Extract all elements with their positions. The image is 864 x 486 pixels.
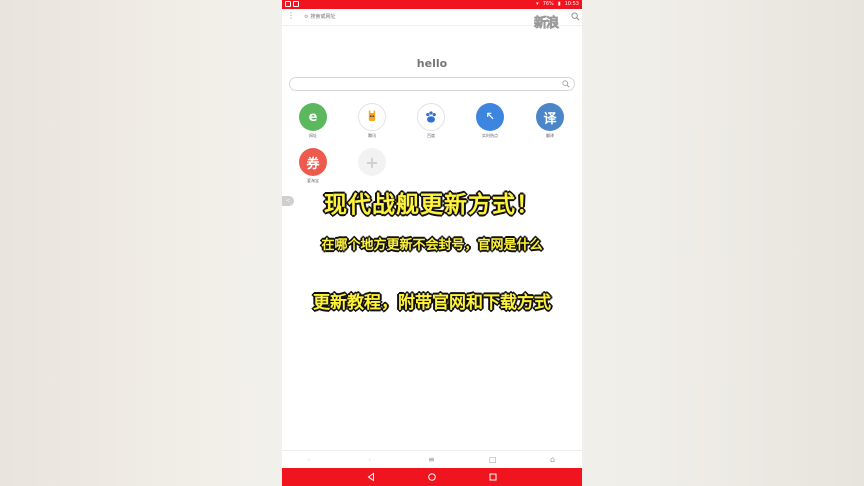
hot-arrow-icon [476, 103, 504, 131]
status-right: ▾ 76% ▮ 10:53 [536, 1, 579, 7]
coupon-icon: 券 [299, 148, 327, 176]
shortcut-label: 实时热点 [482, 133, 498, 138]
shortcut-item[interactable]: e 网址 [293, 103, 333, 138]
shortcut-label: 爱淘宝 [307, 178, 319, 183]
url-bar[interactable]: ⚙ 搜索或网址 [304, 13, 336, 21]
overlay-title: 现代战舰更新方式！ [324, 192, 540, 218]
notification-icons [285, 1, 299, 7]
menu-icon[interactable]: ≡ [428, 455, 435, 465]
add-shortcut-button[interactable]: + [352, 148, 392, 176]
battery-icon: ▮ [557, 1, 561, 7]
shortcut-label: 网址 [309, 133, 317, 138]
clock: 10:53 [564, 1, 579, 7]
notification-icon [293, 1, 299, 7]
search-icon[interactable] [571, 12, 580, 21]
shortcut-item[interactable]: 腾讯 [352, 103, 392, 138]
overlay-subtitle: 在哪个地方更新不会封号，官网是什么 [321, 238, 543, 253]
url-placeholder: 搜索或网址 [310, 14, 336, 20]
back-icon[interactable]: ‹ [307, 455, 310, 465]
home-circle-icon[interactable] [427, 472, 437, 482]
translate-icon: 译 [536, 103, 564, 131]
shortcut-item[interactable]: 券 爱淘宝 [293, 148, 333, 183]
plus-icon: + [358, 148, 386, 176]
overlay-caption: 更新教程，附带官网和下载方式 [313, 293, 551, 313]
greeting-text: hello [416, 57, 448, 70]
notification-icon [285, 1, 291, 7]
gear-icon: ⚙ [304, 14, 309, 20]
search-input[interactable] [289, 77, 575, 91]
shortcut-item[interactable]: 百度 [411, 103, 451, 138]
baidu-paw-icon [417, 103, 445, 131]
browser-bottom-bar: ‹ › ≡ □ ⌂ [282, 450, 582, 469]
forward-icon[interactable]: › [368, 455, 371, 465]
shortcut-label: 腾讯 [368, 133, 376, 138]
status-bar: ▾ 76% ▮ 10:53 [282, 0, 582, 9]
tabs-icon[interactable]: □ [489, 455, 497, 465]
search-icon[interactable] [562, 80, 570, 88]
shortcut-item[interactable]: 译 翻译 [530, 103, 570, 138]
shortcut-label: 翻译 [546, 133, 554, 138]
home-icon[interactable]: ⌂ [550, 455, 555, 465]
shortcut-item[interactable]: 实时热点 [470, 103, 510, 138]
wifi-icon: ▾ [536, 1, 539, 7]
system-navigation-bar [282, 468, 582, 486]
more-menu-icon[interactable]: ⋮ [287, 12, 295, 20]
shortcut-label: 百度 [427, 133, 435, 138]
battery-level: 76% [542, 1, 554, 7]
alpaca-icon [358, 103, 386, 131]
ie-icon: e [299, 103, 327, 131]
recents-square-icon[interactable] [488, 472, 498, 482]
back-triangle-icon[interactable] [366, 472, 376, 482]
logo-watermark: 新浪 [534, 16, 560, 32]
